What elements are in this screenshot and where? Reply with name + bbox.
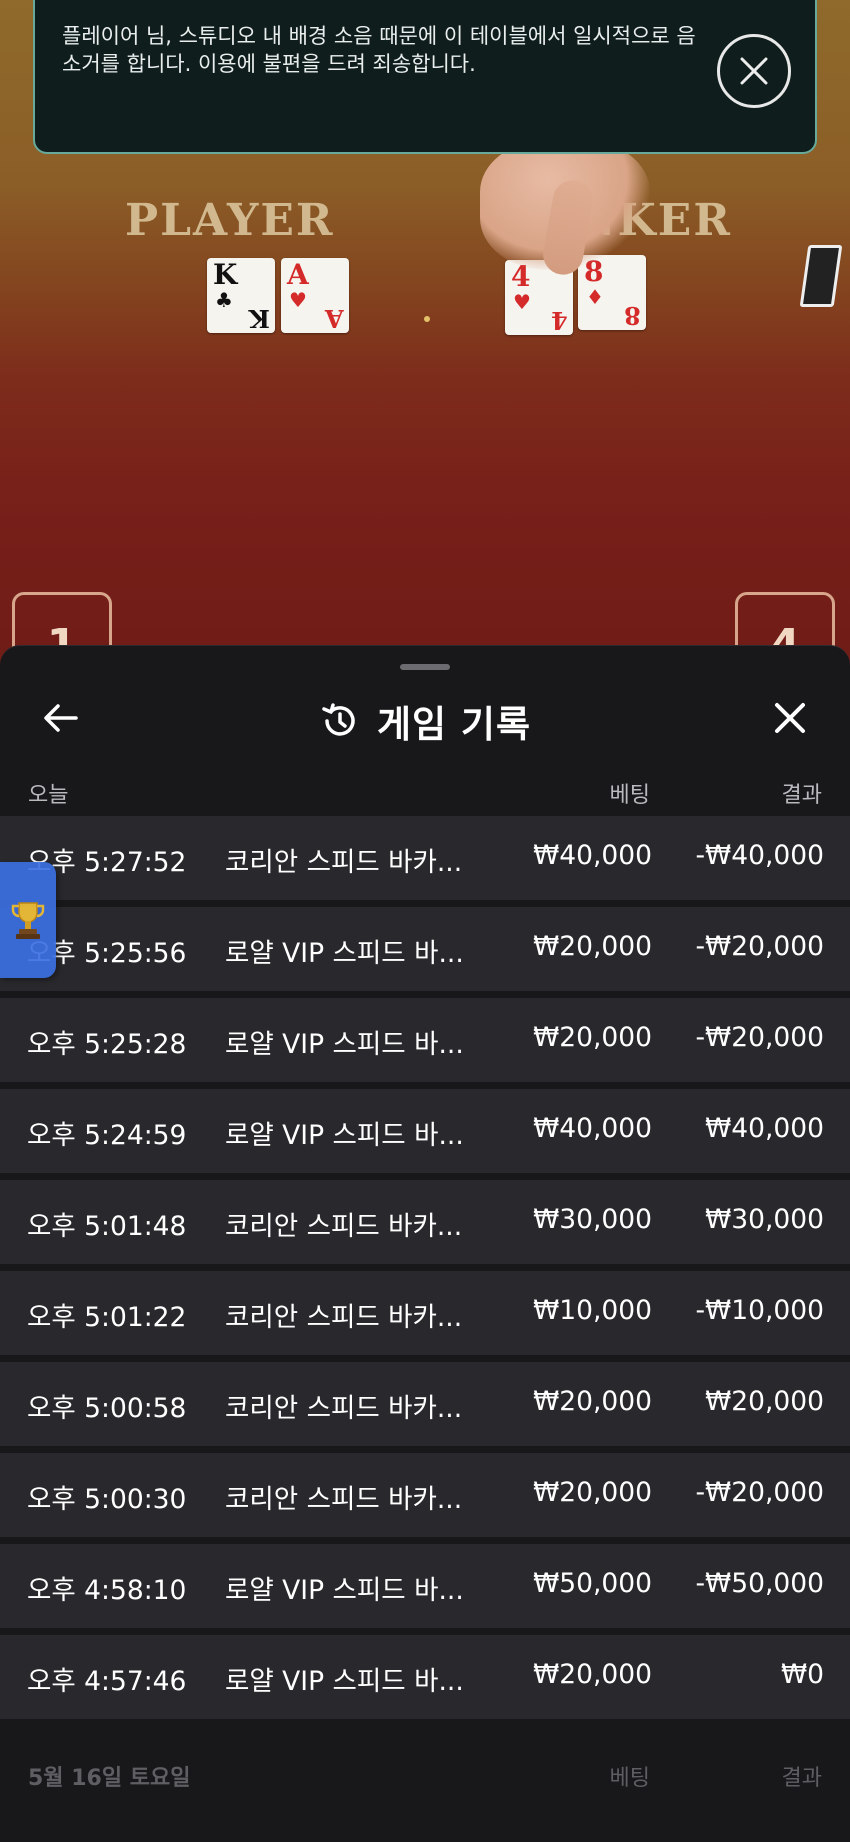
row-time: 오후 4:58:10 bbox=[27, 1575, 187, 1606]
row-time: 오후 5:00:58 bbox=[27, 1393, 187, 1424]
row-bet: ₩30,000 bbox=[533, 1204, 652, 1235]
row-game: 로얄 VIP 스피드 바... bbox=[225, 938, 464, 969]
notice-close-button[interactable] bbox=[717, 34, 791, 108]
result-column-header: 결과 bbox=[781, 1766, 822, 1791]
row-time: 오후 5:00:30 bbox=[27, 1484, 187, 1515]
row-result: -₩20,000 bbox=[695, 1022, 825, 1053]
row-bet: ₩50,000 bbox=[533, 1568, 652, 1599]
row-time: 오후 5:01:48 bbox=[27, 1211, 187, 1242]
bet-column-header: 베팅 bbox=[609, 783, 650, 808]
row-time: 오후 5:25:28 bbox=[27, 1029, 187, 1060]
player-card-1: K ♣ K bbox=[207, 258, 275, 333]
table-row[interactable]: 오후 5:27:52 코리안 스피드 바카... ₩40,000 -₩40,00… bbox=[0, 816, 850, 900]
sheet-drag-handle[interactable] bbox=[400, 664, 450, 670]
row-time: 오후 5:24:59 bbox=[27, 1120, 187, 1151]
section-date-label: 오늘 bbox=[28, 783, 69, 808]
table-row[interactable]: 오후 5:24:59 로얄 VIP 스피드 바... ₩40,000 ₩40,0… bbox=[0, 1089, 850, 1173]
row-result: -₩10,000 bbox=[695, 1295, 825, 1326]
section-header-may-16: 5월 16일 토요일 베팅 결과 bbox=[0, 1754, 850, 1794]
row-result: ₩20,000 bbox=[705, 1386, 824, 1417]
history-list: 오후 5:27:52 코리안 스피드 바카... ₩40,000 -₩40,00… bbox=[0, 816, 850, 1726]
table-row[interactable]: 오후 4:57:46 로얄 VIP 스피드 바... ₩20,000 ₩0 bbox=[0, 1635, 850, 1719]
section-header-today: 오늘 베팅 결과 bbox=[0, 771, 850, 811]
result-column-header: 결과 bbox=[781, 783, 822, 808]
table-row[interactable]: 오후 4:58:10 로얄 VIP 스피드 바... ₩50,000 -₩50,… bbox=[0, 1544, 850, 1628]
notice-text: 플레이어 님, 스튜디오 내 배경 소음 때문에 이 테이블에서 일시적으로 음… bbox=[62, 24, 696, 76]
row-game: 로얄 VIP 스피드 바... bbox=[225, 1666, 464, 1697]
row-bet: ₩20,000 bbox=[533, 1477, 652, 1508]
table-row[interactable]: 오후 5:01:48 코리안 스피드 바카... ₩30,000 ₩30,000 bbox=[0, 1180, 850, 1264]
row-bet: ₩20,000 bbox=[533, 1659, 652, 1690]
page-title: 게임 기록 bbox=[376, 703, 532, 746]
row-game: 코리안 스피드 바카... bbox=[225, 1484, 463, 1515]
row-bet: ₩40,000 bbox=[533, 1113, 652, 1144]
table-row[interactable]: 오후 5:25:28 로얄 VIP 스피드 바... ₩20,000 -₩20,… bbox=[0, 998, 850, 1082]
row-game: 코리안 스피드 바카... bbox=[225, 847, 463, 878]
row-bet: ₩40,000 bbox=[533, 840, 652, 871]
player-card-2: A ♥ A bbox=[281, 258, 349, 333]
card-shoe bbox=[799, 245, 843, 307]
row-game: 코리안 스피드 바카... bbox=[225, 1211, 463, 1242]
row-game: 코리안 스피드 바카... bbox=[225, 1393, 463, 1424]
row-result: ₩30,000 bbox=[705, 1204, 824, 1235]
row-time: 오후 4:57:46 bbox=[27, 1666, 187, 1697]
row-bet: ₩20,000 bbox=[533, 931, 652, 962]
table-row[interactable]: 오후 5:25:56 로얄 VIP 스피드 바... ₩20,000 -₩20,… bbox=[0, 907, 850, 991]
row-bet: ₩20,000 bbox=[533, 1022, 652, 1053]
row-result: -₩20,000 bbox=[695, 931, 825, 962]
row-result: ₩0 bbox=[780, 1659, 824, 1690]
table-row[interactable]: 오후 5:01:22 코리안 스피드 바카... ₩10,000 -₩10,00… bbox=[0, 1271, 850, 1355]
row-bet: ₩10,000 bbox=[533, 1295, 652, 1326]
row-result: -₩50,000 bbox=[695, 1568, 825, 1599]
row-result: -₩20,000 bbox=[695, 1477, 825, 1508]
row-result: -₩40,000 bbox=[695, 840, 825, 871]
player-label: PLAYER bbox=[125, 195, 335, 246]
row-game: 로얄 VIP 스피드 바... bbox=[225, 1029, 464, 1060]
row-game: 로얄 VIP 스피드 바... bbox=[225, 1120, 464, 1151]
row-result: ₩40,000 bbox=[705, 1113, 824, 1144]
row-time: 오후 5:01:22 bbox=[27, 1302, 187, 1333]
trophy-icon bbox=[11, 902, 45, 939]
close-button[interactable] bbox=[768, 696, 812, 740]
close-icon bbox=[775, 703, 805, 733]
row-bet: ₩20,000 bbox=[533, 1386, 652, 1417]
trophy-tab-button[interactable] bbox=[0, 862, 56, 978]
table-marker bbox=[424, 316, 430, 322]
history-icon bbox=[322, 703, 355, 736]
game-history-sheet: 게임 기록 오늘 베팅 결과 오후 5:27:52 코리안 스피드 바카... … bbox=[0, 645, 850, 1842]
close-circle-icon bbox=[740, 57, 768, 85]
bet-column-header: 베팅 bbox=[609, 1766, 650, 1791]
mute-notice-banner: 플레이어 님, 스튜디오 내 배경 소음 때문에 이 테이블에서 일시적으로 음… bbox=[33, 0, 817, 154]
title-group: 게임 기록 bbox=[0, 694, 850, 748]
table-row[interactable]: 오후 5:00:58 코리안 스피드 바카... ₩20,000 ₩20,000 bbox=[0, 1362, 850, 1446]
table-row[interactable]: 오후 5:00:30 코리안 스피드 바카... ₩20,000 -₩20,00… bbox=[0, 1453, 850, 1537]
row-game: 코리안 스피드 바카... bbox=[225, 1302, 463, 1333]
row-game: 로얄 VIP 스피드 바... bbox=[225, 1575, 464, 1606]
sheet-header: 게임 기록 bbox=[0, 686, 850, 746]
section-date-label: 5월 16일 토요일 bbox=[28, 1766, 191, 1791]
